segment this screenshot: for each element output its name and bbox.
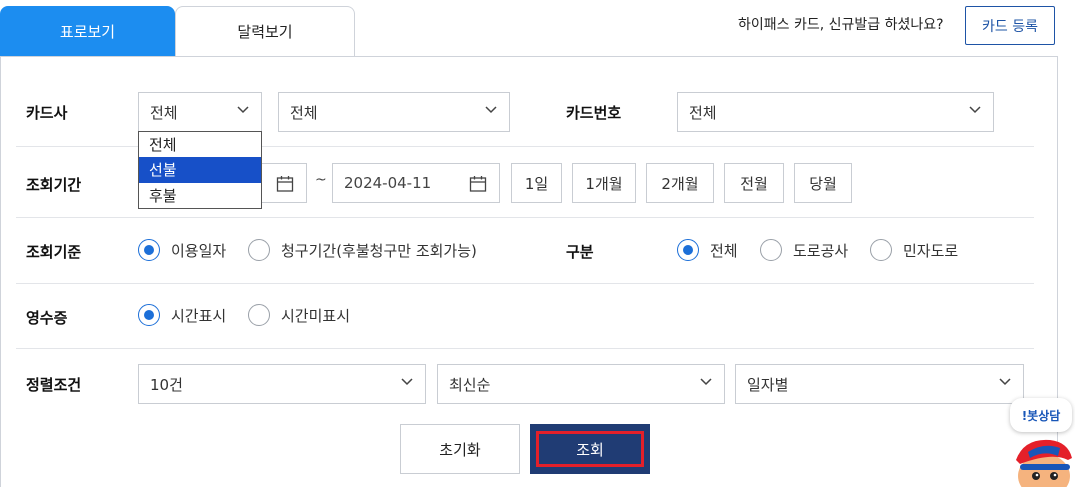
row-divider — [16, 348, 1034, 349]
radio-checked-icon — [138, 304, 160, 326]
radio-label: 청구기간(후불청구만 조회가능) — [281, 241, 477, 260]
reset-button[interactable]: 초기화 — [400, 424, 520, 474]
calendar-icon[interactable] — [469, 175, 487, 193]
end-date-input[interactable]: 2024-04-11 — [332, 163, 500, 203]
card-company-select[interactable]: 전체 — [278, 92, 510, 132]
card-company-value: 전체 — [290, 103, 318, 122]
radio-checked-icon — [138, 239, 160, 261]
chatbot-bubble[interactable]: !봇상담 — [1010, 398, 1072, 432]
tab-calendar-view[interactable]: 달력보기 — [175, 6, 355, 56]
category-label: 구분 — [566, 243, 594, 261]
search-button-label: 조회 — [536, 431, 644, 467]
chevron-down-icon — [999, 378, 1011, 386]
period-label: 조회기간 — [26, 176, 82, 194]
card-company-label: 카드사 — [26, 104, 68, 122]
card-number-label: 카드번호 — [566, 104, 622, 122]
radio-unchecked-icon — [248, 239, 270, 261]
date-range-separator: ~ — [315, 172, 327, 188]
radio-label: 이용일자 — [171, 241, 227, 260]
period-prev-month-button[interactable]: 전월 — [724, 163, 784, 203]
card-type-select[interactable]: 전체 — [138, 92, 262, 132]
radio-label: 민자도로 — [903, 241, 959, 260]
category-expressway-radio[interactable]: 도로공사 — [760, 239, 848, 261]
sort-group-select[interactable]: 일자별 — [735, 364, 1024, 404]
card-number-value: 전체 — [689, 103, 717, 122]
chevron-down-icon — [969, 106, 981, 114]
row-divider — [16, 283, 1034, 284]
criteria-usage-date-radio[interactable]: 이용일자 — [138, 239, 226, 261]
sort-group-value: 일자별 — [747, 375, 789, 394]
criteria-billing-period-radio[interactable]: 청구기간(후불청구만 조회가능) — [248, 239, 477, 261]
dropdown-option[interactable]: 후불 — [139, 183, 261, 208]
chevron-down-icon — [237, 106, 249, 114]
radio-unchecked-icon — [760, 239, 782, 261]
period-2month-button[interactable]: 2개월 — [646, 163, 714, 203]
period-this-month-button[interactable]: 당월 — [794, 163, 852, 203]
sort-count-select[interactable]: 10건 — [138, 364, 426, 404]
radio-unchecked-icon — [870, 239, 892, 261]
tab-table-view[interactable]: 표로보기 — [0, 6, 175, 56]
receipt-label: 영수증 — [26, 309, 68, 327]
radio-label: 시간미표시 — [281, 306, 351, 325]
chatbot-mascot-icon — [1016, 439, 1072, 487]
sort-order-value: 최신순 — [449, 375, 491, 394]
radio-label: 전체 — [710, 241, 738, 260]
dropdown-option[interactable]: 전체 — [139, 132, 261, 157]
criteria-label: 조회기준 — [26, 243, 82, 261]
chatbot-widget[interactable]: !봇상담 — [1008, 398, 1075, 487]
radio-label: 시간표시 — [171, 306, 227, 325]
row-divider — [16, 217, 1034, 218]
search-button[interactable]: 조회 — [530, 424, 650, 474]
card-number-select[interactable]: 전체 — [677, 92, 994, 132]
period-1day-button[interactable]: 1일 — [511, 163, 562, 203]
chevron-down-icon — [401, 378, 413, 386]
promo-text: 하이패스 카드, 신규발급 하셨나요? — [738, 17, 944, 33]
category-all-radio[interactable]: 전체 — [677, 239, 738, 261]
sort-label: 정렬조건 — [26, 376, 82, 394]
chevron-down-icon — [700, 378, 712, 386]
sort-order-select[interactable]: 최신순 — [437, 364, 725, 404]
dropdown-option-selected[interactable]: 선불 — [139, 157, 261, 183]
sort-count-value: 10건 — [150, 375, 183, 394]
period-1month-button[interactable]: 1개월 — [572, 163, 636, 203]
radio-unchecked-icon — [248, 304, 270, 326]
card-type-dropdown: 전체 선불 후불 — [138, 131, 262, 209]
radio-label: 도로공사 — [793, 241, 849, 260]
end-date-value: 2024-04-11 — [344, 174, 432, 192]
chevron-down-icon — [485, 106, 497, 114]
card-register-button[interactable]: 카드 등록 — [965, 6, 1055, 45]
receipt-show-time-radio[interactable]: 시간표시 — [138, 304, 226, 326]
receipt-hide-time-radio[interactable]: 시간미표시 — [248, 304, 350, 326]
calendar-icon[interactable] — [276, 175, 294, 193]
radio-checked-icon — [677, 239, 699, 261]
card-type-value: 전체 — [150, 103, 178, 122]
category-private-road-radio[interactable]: 민자도로 — [870, 239, 958, 261]
